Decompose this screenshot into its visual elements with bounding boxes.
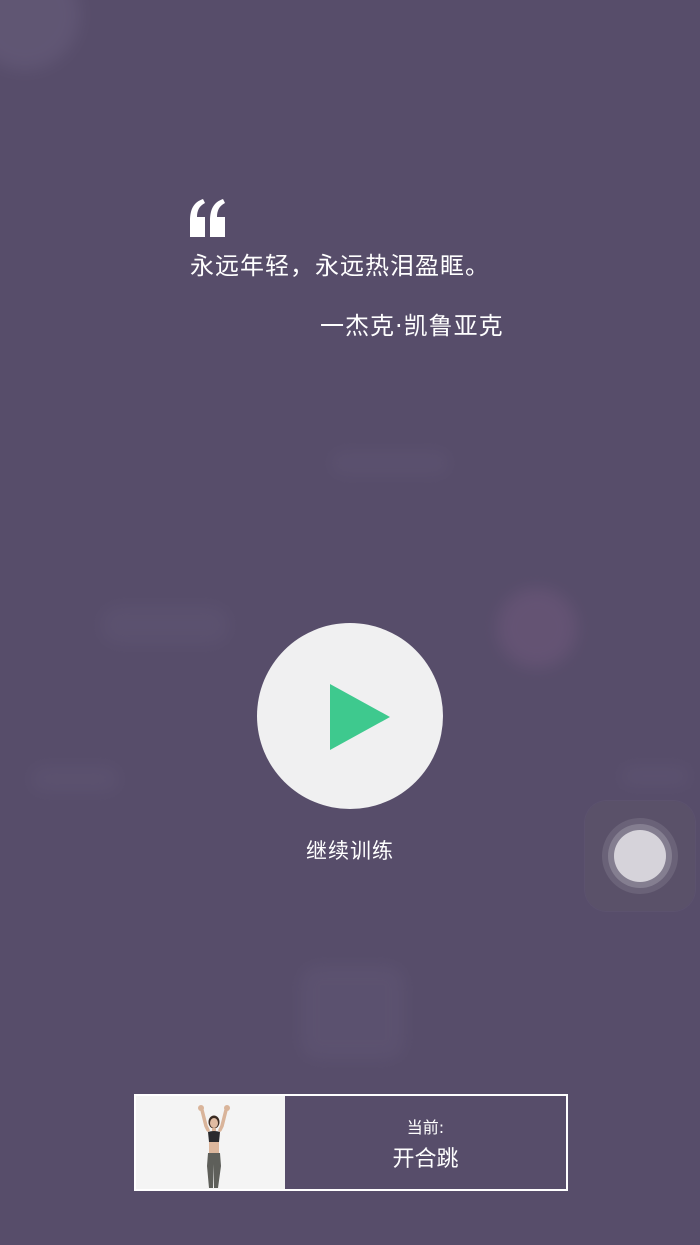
background-blur-shape bbox=[497, 588, 577, 668]
current-exercise-info: 当前: 开合跳 bbox=[285, 1096, 566, 1189]
quote-text: 永远年轻，永远热泪盈眶。 bbox=[190, 252, 490, 280]
quote-author: 一杰克·凯鲁亚克 bbox=[320, 312, 504, 340]
background-blur-shape bbox=[300, 965, 405, 1060]
assistive-touch-core bbox=[614, 830, 666, 882]
current-exercise-card[interactable]: 当前: 开合跳 bbox=[134, 1094, 568, 1191]
background-blur-shape bbox=[620, 765, 690, 787]
background-blur-shape bbox=[0, 0, 80, 70]
workout-paused-screen: 永远年轻，永远热泪盈眶。 一杰克·凯鲁亚克 继续训练 当前: 开合跳 bbox=[0, 0, 700, 1245]
exercise-thumbnail bbox=[136, 1096, 285, 1189]
background-blur-shape bbox=[100, 605, 230, 645]
assistive-touch-button[interactable] bbox=[585, 801, 695, 911]
current-label: 当前: bbox=[406, 1118, 445, 1137]
quote-icon bbox=[188, 197, 228, 239]
continue-training-button[interactable] bbox=[257, 623, 443, 809]
background-blur-shape bbox=[30, 765, 120, 793]
play-icon bbox=[330, 684, 390, 750]
exercise-name: 开合跳 bbox=[392, 1147, 459, 1172]
background-blur-shape bbox=[330, 450, 450, 476]
